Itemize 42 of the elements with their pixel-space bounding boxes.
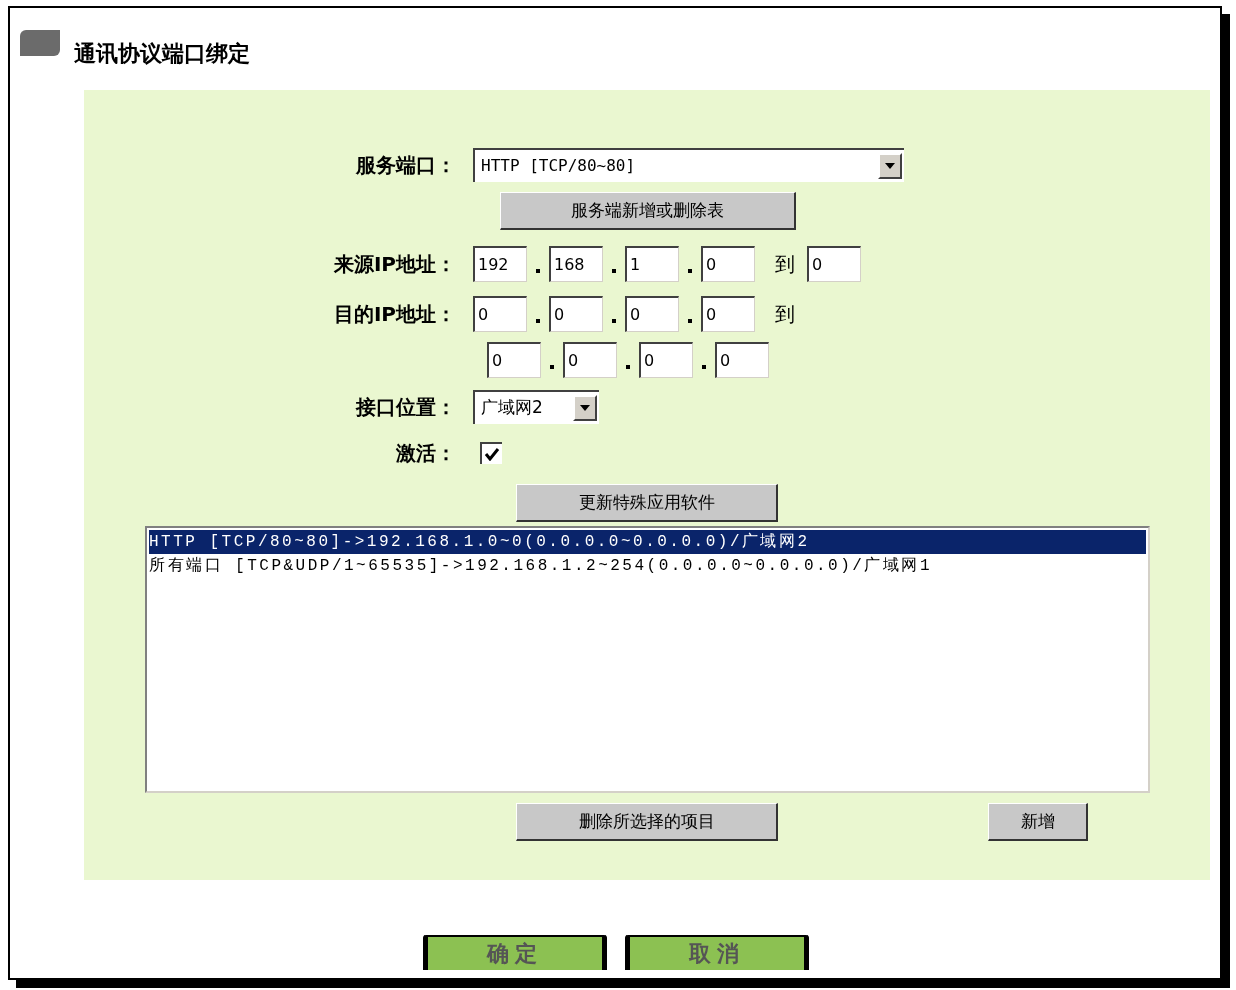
cancel-button[interactable]: 取消 (625, 935, 809, 970)
ip-octet-field[interactable]: 0 (701, 246, 755, 282)
ip-octet-field[interactable]: 0 (625, 296, 679, 332)
ip-separator (536, 269, 540, 273)
range-label: 到 (775, 301, 795, 328)
field-label: 激活： (395, 440, 457, 467)
ip-separator (688, 319, 692, 323)
add-button[interactable]: 新增 (988, 803, 1088, 841)
service-table-button[interactable]: 服务端新增或删除表 (500, 192, 796, 230)
ip-octet-field[interactable]: 0 (807, 246, 861, 282)
list-item[interactable]: HTTP [TCP/80~80]->192.168.1.0~0(0.0.0.0~0.0.0.0)/广域网2 (149, 530, 1146, 554)
ip-octet-field[interactable]: 0 (487, 342, 541, 378)
ip-separator (536, 319, 540, 323)
ok-button[interactable]: 确定 (423, 935, 607, 970)
ip-separator (702, 365, 706, 369)
ip-octet-field[interactable]: 0 (473, 296, 527, 332)
ip-octet-field[interactable]: 0 (563, 342, 617, 378)
field-label: 目的IP地址： (332, 301, 457, 328)
update-button[interactable]: 更新特殊应用软件 (516, 484, 778, 522)
ip-octet-field[interactable]: 0 (715, 342, 769, 378)
ip-octet-field[interactable]: 0 (549, 296, 603, 332)
delete-selected-button[interactable]: 删除所选择的项目 (516, 803, 778, 841)
field-label: 来源IP地址： (332, 251, 457, 278)
page-title: 通讯协议端口绑定 (74, 40, 250, 68)
ip-octet-field[interactable]: 1 (625, 246, 679, 282)
service-port-select[interactable]: HTTP [TCP/80~80] (473, 148, 904, 182)
ip-separator (550, 365, 554, 369)
field-label: 接口位置： (354, 394, 457, 421)
ip-separator (612, 319, 616, 323)
ip-octet-field[interactable]: 192 (473, 246, 527, 282)
title-bullet-icon (20, 30, 60, 56)
ip-separator (626, 365, 630, 369)
active-checkbox[interactable] (480, 442, 502, 464)
list-item[interactable]: 所有端口 [TCP&UDP/1~65535]->192.168.1.2~254(0.0.0.0~0.0.0.0)/广域网1 (149, 554, 1146, 578)
ip-octet-field[interactable]: 168 (549, 246, 603, 282)
range-label: 到 (775, 251, 795, 278)
ip-octet-field[interactable]: 0 (701, 296, 755, 332)
interface-select[interactable]: 广域网2 (473, 390, 599, 424)
ip-separator (688, 269, 692, 273)
ip-separator (612, 269, 616, 273)
ip-octet-field[interactable]: 0 (639, 342, 693, 378)
field-label: 服务端口： (354, 152, 457, 179)
